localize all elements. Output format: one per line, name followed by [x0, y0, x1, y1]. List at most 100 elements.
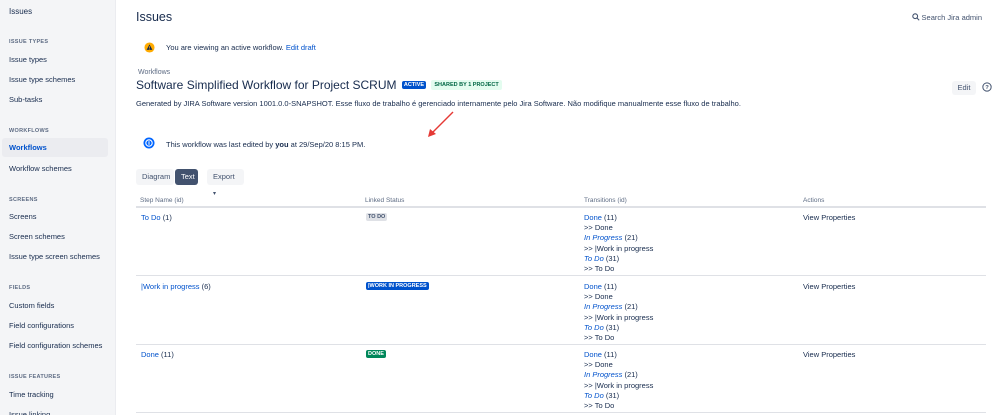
- info-icon: [143, 137, 155, 149]
- transition-target: >> |Work in progress: [584, 312, 654, 322]
- transition-id: (11): [604, 282, 617, 291]
- header-actions: Actions: [803, 197, 825, 204]
- transitions-cell: Done (11) >> Done In Progress (21) >> |W…: [584, 282, 653, 343]
- search-jira-admin[interactable]: Search Jira admin: [911, 13, 982, 22]
- table-header: Step Name (id) Linked Status Transitions…: [136, 197, 986, 208]
- transition-link[interactable]: Done: [584, 350, 602, 359]
- edit-button[interactable]: Edit: [952, 81, 976, 95]
- page-title: Issues: [136, 10, 173, 24]
- view-properties-link[interactable]: View Properties: [803, 213, 855, 222]
- header-linked-status: Linked Status: [365, 197, 405, 204]
- transition-link[interactable]: To Do: [584, 323, 604, 332]
- sidebar-item-issue-linking[interactable]: Issue linking: [2, 405, 108, 415]
- sidebar-item-workflow-schemes[interactable]: Workflow schemes: [2, 159, 108, 178]
- sidebar-item-time-tracking[interactable]: Time tracking: [2, 385, 108, 404]
- transition-target: >> Done: [584, 292, 613, 302]
- step-name-cell: Done (11): [141, 350, 174, 359]
- transition-target: >> To Do: [584, 333, 615, 343]
- search-icon: [911, 13, 920, 21]
- transition-id: (21): [624, 302, 638, 312]
- transition-link[interactable]: In Progress: [584, 302, 622, 311]
- sidebar-item-issue-type-schemes[interactable]: Issue type schemes: [2, 70, 108, 89]
- sidebar-item-screen-schemes[interactable]: Screen schemes: [2, 227, 108, 246]
- transition-target: >> To Do: [584, 264, 615, 274]
- workflow-title-row: Software Simplified Workflow for Project…: [136, 78, 502, 92]
- sidebar-item-issue-type-screen-schemes[interactable]: Issue type screen schemes: [2, 247, 108, 266]
- sidebar-item-field-configurations[interactable]: Field configurations: [2, 316, 108, 335]
- transition-target: >> To Do: [584, 401, 615, 411]
- main-content: Issues Search Jira admin You are viewing…: [116, 0, 998, 415]
- sidebar-heading-screens: SCREENS: [9, 197, 38, 203]
- step-id: (6): [201, 282, 211, 291]
- sidebar-top-issues[interactable]: Issues: [9, 7, 32, 16]
- tab-text[interactable]: Text: [175, 169, 198, 185]
- sidebar-item-custom-fields[interactable]: Custom fields: [2, 296, 108, 315]
- workflow-title: Software Simplified Workflow for Project…: [136, 78, 397, 92]
- view-properties-link[interactable]: View Properties: [803, 350, 855, 359]
- workflow-description: Generated by JIRA Software version 1001.…: [136, 99, 741, 108]
- transition-id: (31): [605, 322, 620, 332]
- last-edited-notice: This workflow was last edited by you at …: [166, 140, 365, 149]
- active-workflow-text: You are viewing an active workflow.: [166, 43, 284, 52]
- last-edited-prefix: This workflow was last edited by: [166, 140, 274, 149]
- sidebar-heading-issue-features: ISSUE FEATURES: [9, 374, 61, 380]
- view-properties-link[interactable]: View Properties: [803, 282, 855, 291]
- status-badge: TO DO: [366, 213, 388, 221]
- status-badge: DONE: [366, 350, 386, 358]
- warning-icon: [144, 42, 155, 53]
- svg-text:?: ?: [985, 85, 989, 91]
- step-link[interactable]: |Work in progress: [141, 282, 200, 291]
- transition-target: >> Done: [584, 223, 613, 233]
- red-arrow-annotation: [428, 111, 454, 137]
- active-badge: ACTIVE: [401, 81, 427, 89]
- transition-link[interactable]: Done: [584, 213, 602, 222]
- transition-link[interactable]: Done: [584, 282, 602, 291]
- sidebar-heading-fields: FIELDS: [9, 285, 31, 291]
- tab-diagram[interactable]: Diagram: [136, 169, 174, 185]
- last-edited-user: you: [275, 140, 289, 149]
- transition-link[interactable]: In Progress: [584, 370, 622, 379]
- transition-id: (21): [624, 370, 638, 380]
- step-name-cell: |Work in progress (6): [141, 282, 211, 291]
- row-divider: [136, 412, 986, 413]
- shared-badge[interactable]: SHARED BY 1 PROJECT: [431, 80, 502, 90]
- sidebar: Issues ISSUE TYPES Issue types Issue typ…: [0, 0, 116, 415]
- active-workflow-notice: You are viewing an active workflow. Edit…: [166, 43, 316, 52]
- step-link[interactable]: To Do: [141, 213, 161, 222]
- transition-link[interactable]: In Progress: [584, 233, 622, 242]
- sidebar-heading-issue-types: ISSUE TYPES: [9, 39, 49, 45]
- search-jira-label: Search Jira admin: [921, 13, 982, 22]
- sidebar-item-sub-tasks[interactable]: Sub-tasks: [2, 90, 108, 109]
- transition-id: (31): [605, 253, 620, 263]
- transition-target: >> |Work in progress: [584, 243, 654, 253]
- transition-id: (21): [624, 233, 638, 243]
- sidebar-heading-workflows: WORKFLOWS: [9, 128, 49, 134]
- transition-link[interactable]: To Do: [584, 391, 604, 400]
- header-step-name: Step Name (id): [140, 197, 184, 204]
- edit-draft-link[interactable]: Edit draft: [286, 43, 316, 52]
- step-name-cell: To Do (1): [141, 213, 172, 222]
- export-label: Export: [213, 172, 235, 181]
- export-dropdown[interactable]: Export ▾: [207, 169, 244, 197]
- transition-id: (11): [604, 350, 617, 359]
- row-divider: [136, 275, 986, 276]
- step-id: (1): [162, 213, 172, 222]
- sidebar-item-screens[interactable]: Screens: [2, 207, 108, 226]
- transition-id: (31): [605, 390, 620, 400]
- sidebar-item-workflows[interactable]: Workflows: [2, 138, 108, 157]
- sidebar-item-issue-types[interactable]: Issue types: [2, 50, 108, 69]
- transition-target: >> |Work in progress: [584, 380, 654, 390]
- transitions-cell: Done (11) >> Done In Progress (21) >> |W…: [584, 350, 653, 411]
- step-id: (11): [161, 350, 174, 359]
- transition-id: (11): [604, 213, 617, 222]
- step-link[interactable]: Done: [141, 350, 159, 359]
- row-divider: [136, 344, 986, 345]
- sidebar-item-field-configuration-schemes[interactable]: Field configuration schemes: [2, 336, 108, 355]
- transitions-cell: Done (11) >> Done In Progress (21) >> |W…: [584, 213, 653, 274]
- help-icon[interactable]: ?: [982, 82, 992, 92]
- transition-target: >> Done: [584, 360, 613, 370]
- breadcrumb[interactable]: Workflows: [138, 69, 170, 76]
- transition-link[interactable]: To Do: [584, 254, 604, 263]
- header-transitions: Transitions (id): [584, 197, 627, 204]
- status-badge: |WORK IN PROGRESS: [366, 282, 429, 290]
